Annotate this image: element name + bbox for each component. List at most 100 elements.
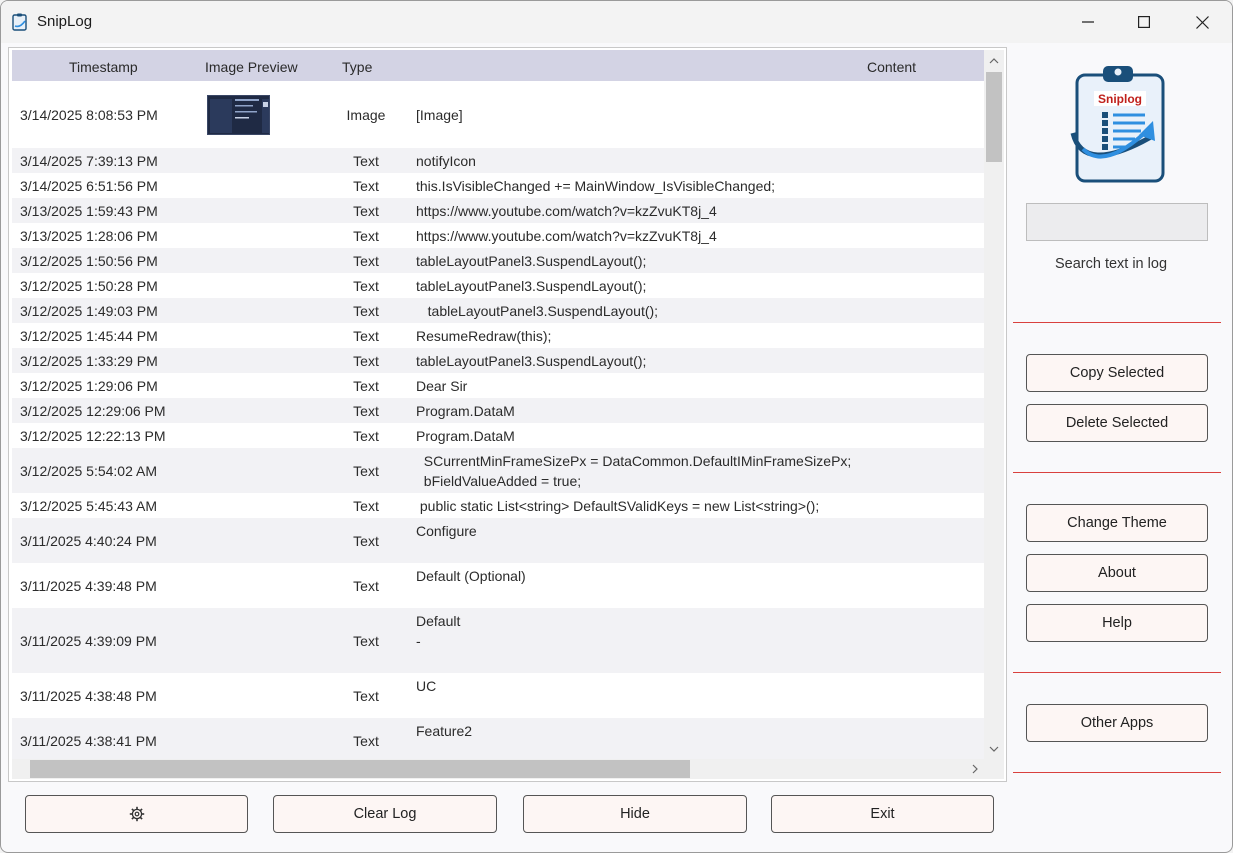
type-cell: Text [353, 498, 379, 514]
type-cell: Text [353, 228, 379, 244]
grid-header: Timestamp Image Preview Type Content [12, 50, 984, 81]
column-header-timestamp[interactable]: Timestamp [69, 59, 138, 75]
other-apps-button[interactable]: Other Apps [1026, 704, 1208, 742]
content-cell: public static List<string> DefaultSValid… [416, 498, 820, 514]
vertical-scroll-thumb[interactable] [986, 72, 1002, 162]
table-row[interactable]: 3/12/2025 1:50:56 PM Text tableLayoutPanel… [12, 248, 984, 273]
table-row[interactable]: 3/12/2025 1:29:06 PM Text Dear Sir [12, 373, 984, 398]
type-cell: Text [353, 353, 379, 369]
app-icon [12, 13, 27, 31]
gear-icon [129, 806, 144, 822]
delete-selected-button[interactable]: Delete Selected [1026, 404, 1208, 442]
table-row[interactable]: 3/11/2025 4:38:41 PM Text Feature2 [12, 718, 984, 759]
table-row[interactable]: 3/12/2025 1:33:29 PM Text tableLayoutPanel… [12, 348, 984, 373]
window-title: SnipLog [37, 13, 93, 30]
content-cell: SCurrentMinFrameSizePx = DataCommon.Defa… [423, 453, 852, 489]
content-cell: ResumeRedraw(this); [416, 328, 552, 344]
content-cell: tableLayoutPanel3.SuspendLayout(); [416, 303, 659, 319]
table-row[interactable]: 3/12/2025 12:22:13 PM Text Program.DataM [12, 423, 984, 448]
table-row[interactable]: 3/12/2025 1:49:03 PM Text tableLayoutPane… [12, 298, 984, 323]
title-bar[interactable]: SnipLog [1, 1, 1232, 43]
type-cell: Text [353, 153, 379, 169]
type-cell: Text [353, 378, 379, 394]
type-cell: Text [353, 578, 379, 594]
sidebar-divider [1013, 772, 1221, 773]
content-cell: Feature2 [416, 723, 473, 739]
log-grid[interactable]: Timestamp Image Preview Type Content 3/1… [8, 47, 1007, 782]
clear-log-button[interactable]: Clear Log [273, 795, 497, 833]
column-header-type[interactable]: Type [342, 59, 372, 75]
timestamp-cell: 3/11/2025 4:38:48 PM [20, 688, 157, 704]
timestamp-cell: 3/14/2025 6:51:56 PM [20, 178, 158, 194]
timestamp-cell: 3/13/2025 1:28:06 PM [20, 228, 158, 244]
timestamp-cell: 3/12/2025 1:50:56 PM [20, 253, 158, 269]
table-row[interactable]: 3/11/2025 4:40:24 PM Text Configure [12, 518, 984, 563]
type-cell: Text [353, 253, 379, 269]
type-cell: Text [353, 733, 379, 749]
table-row[interactable]: 3/14/2025 6:51:56 PM Text this.IsVisibleCh… [12, 173, 984, 198]
column-header-content[interactable]: Content [867, 59, 916, 75]
type-cell: Image [346, 107, 386, 123]
table-row[interactable]: 3/12/2025 1:45:44 PM Text ResumeRedraw(thi… [12, 323, 984, 348]
table-row[interactable]: 3/11/2025 4:38:48 PM Text UC [12, 673, 984, 718]
table-row[interactable]: 3/11/2025 4:39:09 PM Text Default - [12, 608, 984, 673]
scroll-up-icon[interactable] [987, 54, 1001, 68]
scroll-down-icon[interactable] [987, 742, 1001, 756]
timestamp-cell: 3/14/2025 7:39:13 PM [20, 153, 158, 169]
sniplog-logo: Sniplog [1070, 66, 1165, 183]
type-cell: Text [353, 688, 379, 704]
timestamp-cell: 3/11/2025 4:39:09 PM [20, 633, 157, 649]
table-row[interactable]: 3/12/2025 5:54:02 AM Text SCurrentMinFram… [12, 448, 984, 493]
timestamp-cell: 3/12/2025 12:29:06 PM [20, 403, 166, 419]
table-row[interactable]: 3/14/2025 8:08:53 PM Image [Image] [12, 81, 984, 148]
timestamp-cell: 3/12/2025 5:45:43 AM [20, 498, 157, 514]
hide-button[interactable]: Hide [523, 795, 747, 833]
horizontal-scrollbar[interactable] [12, 759, 1004, 779]
minimize-icon [1082, 21, 1094, 23]
timestamp-cell: 3/12/2025 1:45:44 PM [20, 328, 158, 344]
content-cell: https://www.youtube.com/watch?v=kzZvuKT8… [416, 228, 717, 244]
table-row[interactable]: 3/12/2025 1:50:28 PM Text tableLayoutPanel… [12, 273, 984, 298]
settings-button[interactable] [25, 795, 248, 833]
sidebar-divider [1013, 672, 1221, 673]
type-cell: Text [353, 428, 379, 444]
close-button[interactable] [1173, 1, 1231, 43]
horizontal-scroll-thumb[interactable] [30, 760, 690, 778]
sidebar-divider [1013, 472, 1221, 473]
content-cell: Default (Optional) [416, 568, 526, 584]
search-input[interactable] [1026, 203, 1208, 241]
content-cell: tableLayoutPanel3.SuspendLayout(); [416, 353, 647, 369]
content-cell: Default - [416, 613, 461, 649]
content-cell: Configure [416, 523, 477, 539]
about-button[interactable]: About [1026, 554, 1208, 592]
table-row[interactable]: 3/12/2025 12:29:06 PM Text Program.DataM [12, 398, 984, 423]
table-row[interactable]: 3/12/2025 5:45:43 AM Text public static L… [12, 493, 984, 518]
sidebar-divider [1013, 322, 1221, 323]
content-cell: UC [416, 678, 437, 694]
exit-button[interactable]: Exit [771, 795, 994, 833]
minimize-button[interactable] [1059, 1, 1117, 43]
type-cell: Text [353, 178, 379, 194]
table-row[interactable]: 3/11/2025 4:39:48 PM Text Default (Optiona… [12, 563, 984, 608]
scroll-right-icon[interactable] [968, 762, 982, 776]
maximize-button[interactable] [1115, 1, 1173, 43]
main-window: SnipLog Timestamp Image Preview Type Con… [0, 0, 1233, 853]
timestamp-cell: 3/14/2025 8:08:53 PM [20, 107, 158, 123]
table-row[interactable]: 3/13/2025 1:59:43 PM Text https://www.yout… [12, 198, 984, 223]
help-button[interactable]: Help [1026, 604, 1208, 642]
copy-selected-button[interactable]: Copy Selected [1026, 354, 1208, 392]
column-header-image-preview[interactable]: Image Preview [205, 59, 298, 75]
timestamp-cell: 3/12/2025 12:22:13 PM [20, 428, 166, 444]
change-theme-button[interactable]: Change Theme [1026, 504, 1208, 542]
type-cell: Text [353, 463, 379, 479]
vertical-scrollbar[interactable] [984, 50, 1004, 759]
table-row[interactable]: 3/14/2025 7:39:13 PM Text notifyIcon [12, 148, 984, 173]
timestamp-cell: 3/12/2025 1:49:03 PM [20, 303, 158, 319]
type-cell: Text [353, 633, 379, 649]
table-row[interactable]: 3/13/2025 1:28:06 PM Text https://www.yout… [12, 223, 984, 248]
grid-rows: 3/14/2025 8:08:53 PM Image [Image] 3/14/202… [12, 81, 984, 759]
timestamp-cell: 3/11/2025 4:40:24 PM [20, 533, 157, 549]
content-cell: Program.DataM [416, 428, 515, 444]
type-cell: Text [353, 533, 379, 549]
timestamp-cell: 3/11/2025 4:39:48 PM [20, 578, 157, 594]
